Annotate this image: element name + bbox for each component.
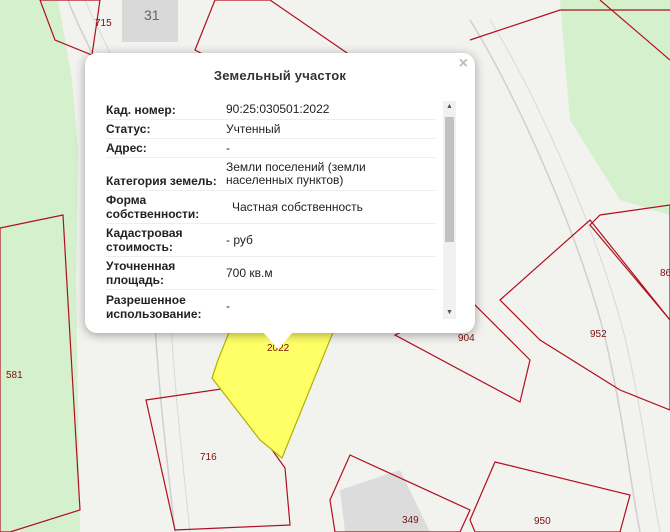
parcel-info-popup: Земельный участок × Кад. номер: 90:25:03… [85, 53, 475, 333]
row-label: Кад. номер: [106, 103, 176, 117]
info-row-status: Статус: Учтенный [106, 120, 436, 139]
info-row-address: Адрес: - [106, 139, 436, 158]
row-value: Земли поселений (земли населенных пункто… [226, 160, 366, 187]
row-label: Статус: [106, 122, 151, 136]
parcel-label-950: 950 [534, 516, 551, 527]
row-value: 90:25:030501:2022 [226, 102, 330, 116]
info-row-cadastral-number: Кад. номер: 90:25:030501:2022 [106, 100, 436, 120]
row-value: 700 кв.м [226, 265, 273, 280]
parcel-952[interactable] [499, 219, 670, 411]
row-label: Разрешенное использование: [106, 293, 202, 320]
info-row-land-category: Категория земель: Земли поселений (земли… [106, 158, 436, 191]
parcel-label-349: 349 [402, 515, 419, 526]
info-row-area: Уточненная площадь: 700 кв.м [106, 257, 436, 290]
green-area-left [0, 0, 80, 532]
row-value: - [226, 140, 230, 155]
info-row-ownership: Форма собственности: Частная собственнос… [106, 191, 436, 224]
green-area-right [560, 0, 670, 215]
building-label: 31 [144, 7, 160, 23]
info-row-cadastral-value: Кадастровая стоимость: - руб [106, 224, 436, 257]
row-label: Кадастровая стоимость: [106, 226, 183, 254]
parcel-label-952: 952 [590, 329, 607, 340]
popup-scrollbar[interactable]: ▲ ▼ [443, 101, 456, 319]
row-label: Категория земель: [106, 174, 217, 188]
scroll-up-icon[interactable]: ▲ [443, 101, 456, 113]
parcel-label-716: 716 [200, 452, 217, 463]
parcel-label-581: 581 [6, 370, 23, 381]
info-rows: Кад. номер: 90:25:030501:2022 Статус: Уч… [106, 100, 436, 320]
parcel-label-715: 715 [95, 18, 112, 29]
row-value: Учтенный [226, 121, 281, 136]
row-label: Адрес: [106, 141, 147, 155]
popup-pointer [262, 331, 294, 349]
row-label: Уточненная площадь: [106, 259, 176, 287]
parcel-label-86: 86 [660, 268, 670, 279]
scroll-thumb[interactable] [445, 117, 454, 242]
popup-title: Земельный участок [213, 68, 347, 83]
info-row-permitted-use: Разрешенное использование: - [106, 290, 436, 320]
row-value: - [226, 299, 230, 313]
popup-body[interactable]: Кад. номер: 90:25:030501:2022 Статус: Уч… [106, 100, 456, 320]
scroll-down-icon[interactable]: ▼ [443, 307, 456, 319]
parcel-label-904: 904 [458, 333, 475, 344]
row-value: Частная собственность [232, 199, 363, 214]
row-label: Форма собственности: [106, 193, 200, 221]
close-icon[interactable]: × [459, 55, 468, 73]
row-value: - руб [226, 232, 253, 247]
